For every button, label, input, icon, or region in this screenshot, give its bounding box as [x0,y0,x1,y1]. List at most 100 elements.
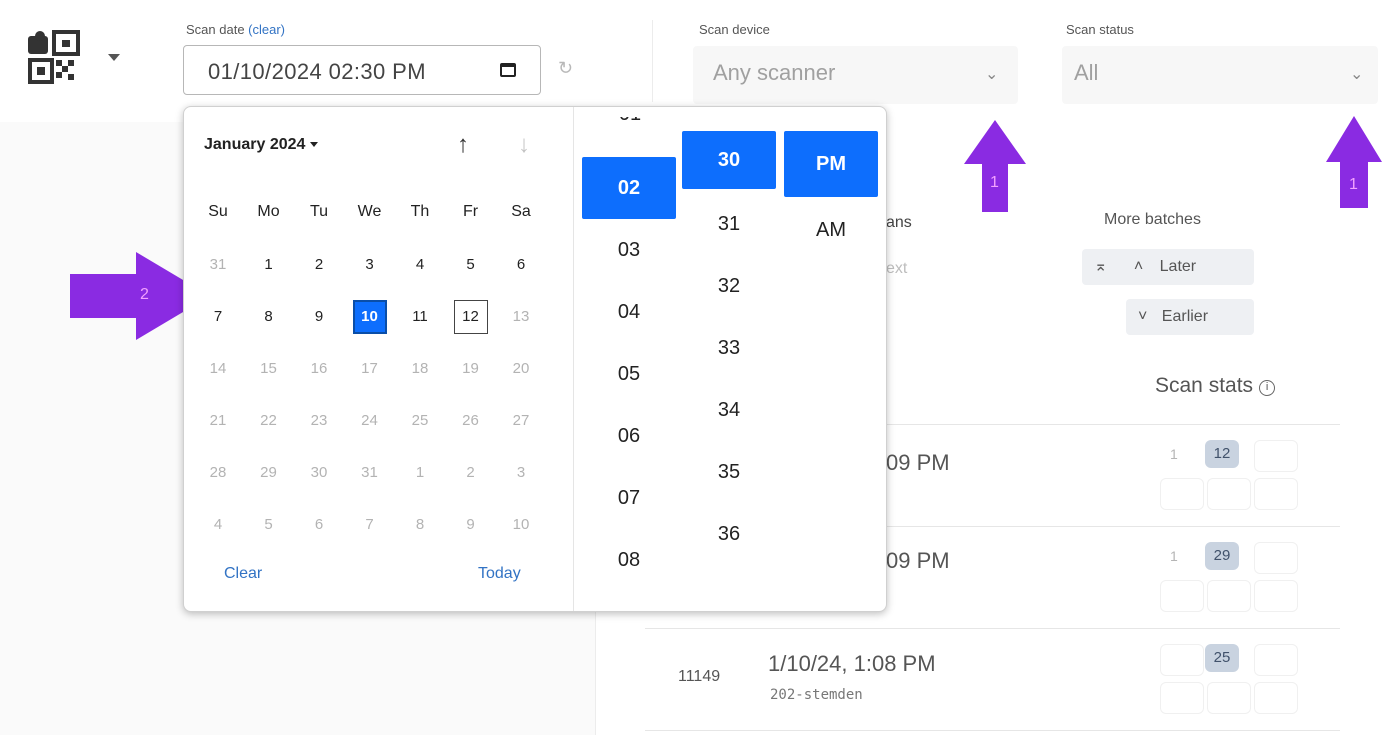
calendar-day: 13 [512,308,530,325]
calendar-day[interactable]: 31 [201,248,235,282]
calendar-day[interactable]: 8 [252,300,286,334]
today-button[interactable]: Today [478,565,521,583]
annotation-arrow-1-status: 1 [1324,114,1382,210]
hour-option-partial: 01 [584,117,676,131]
calendar-day: 30 [310,464,328,481]
scan-status-select[interactable]: All ⌄ [1062,46,1378,104]
info-icon[interactable]: i [1259,380,1276,396]
calendar-day[interactable]: 2 [302,248,336,282]
calendar-day[interactable]: 7 [201,300,235,334]
calendar-day: 10 [512,516,530,533]
calendar-day: 22 [260,412,277,429]
calendar-day: 27 [512,412,530,429]
hour-option-selected[interactable]: 02 [582,157,676,219]
row-divider [645,628,1340,629]
scan-time: 09 PM [886,548,950,573]
annotation-1-label: 1 [990,174,999,191]
caret-down-icon[interactable] [108,54,120,61]
calendar-day: 8 [415,516,425,533]
qr-code-icon[interactable] [28,30,90,86]
refresh-icon[interactable]: ↻ [558,58,573,79]
calendar-day[interactable]: 6 [504,248,538,282]
earlier-batches-button[interactable]: ˅ Earlier [1126,299,1254,335]
scan-date-value: 01/10/2024 02:30 PM [208,59,426,84]
month-year-selector[interactable]: January 2024 [204,136,319,154]
hour-option[interactable]: 08 [582,529,676,591]
scan-date-label-text: Scan date [186,22,245,37]
calendar-icon[interactable] [500,63,516,77]
calendar-day-selected[interactable]: 10 [352,300,387,334]
next-link[interactable]: ext [886,260,907,278]
annotation-1-label: 1 [1349,176,1358,193]
calendar-day: 23 [310,412,328,429]
chevron-down-icon: ⌄ [1350,66,1364,83]
calendar-day[interactable]: 4 [403,248,437,282]
calendar-day: 20 [512,360,530,377]
minute-option[interactable]: 34 [682,379,776,441]
calendar-day: 7 [365,516,374,533]
calendar-day: 18 [411,360,429,377]
calendar-day: 19 [462,360,479,377]
scan-device-label: Scan device [699,22,770,37]
calendar-day: 29 [260,464,277,481]
calendar-day: 28 [209,464,227,481]
stat-badge: 12 [1205,440,1239,468]
calendar-day: 21 [209,412,227,429]
annotation-2-label: 2 [140,286,149,303]
minute-option[interactable]: 37 [682,579,776,593]
calendar-day: 5 [264,516,273,533]
weekday-label: Su [208,203,228,220]
calendar-day[interactable]: 3 [353,248,387,282]
scan-device-name: 202-stemden [770,687,863,703]
calendar-day[interactable]: 11 [403,300,437,334]
stat-count: 1 [1170,446,1178,462]
stat-cell [1160,644,1204,676]
datetime-picker-popup: January 2024 ↑ ↓ Su Mo Tu We Th Fr Sa 31 1 2 3 4 5 6… [183,106,887,612]
minute-option[interactable]: 33 [682,317,776,379]
hour-option[interactable]: 06 [582,405,676,467]
calendar-day: 2 [466,464,475,481]
batch-id[interactable]: 11149 [678,668,720,686]
annotation-arrow-1-device: 1 [962,118,1028,214]
scan-time: 1/10/24, 1:08 PM [768,651,936,676]
later-batches-button[interactable]: ⌅ ˄ Later [1082,249,1254,285]
period-option-selected[interactable]: PM [784,131,878,197]
stat-cell [1254,440,1298,472]
scan-time: 09 PM [886,450,950,475]
chevron-down-icon: ⌄ [985,66,999,83]
hour-option[interactable]: 04 [582,281,676,343]
picker-divider [573,107,574,611]
hour-option[interactable]: 03 [582,219,676,281]
chevron-down-icon: ˅ [1138,308,1148,325]
stat-count: 1 [1170,548,1178,564]
scan-stats-header: Scan stats i [1155,374,1276,398]
stat-badge: 29 [1205,542,1239,570]
weekday-label: Th [410,203,430,220]
calendar-day[interactable]: 5 [454,248,488,282]
period-option[interactable]: AM [784,197,878,263]
stat-cell [1160,580,1204,612]
clear-button[interactable]: Clear [224,565,262,583]
scan-date-input[interactable]: 01/10/2024 02:30 PM [183,45,541,95]
arrow-up-icon[interactable]: ↑ [457,131,469,159]
minute-option[interactable]: 32 [682,255,776,317]
calendar-day[interactable]: 1 [252,248,286,282]
earlier-label: Earlier [1161,308,1209,325]
calendar-day-today[interactable]: 12 [453,300,488,334]
calendar-day[interactable]: 9 [302,300,336,334]
minute-option[interactable]: 35 [682,441,776,503]
scan-date-clear-link[interactable]: (clear) [248,22,285,37]
scan-device-select[interactable]: Any scanner ⌄ [693,46,1018,104]
minute-option[interactable]: 36 [682,503,776,565]
hour-option[interactable]: 07 [582,467,676,529]
hour-option[interactable]: 05 [582,343,676,405]
minute-option[interactable]: 31 [682,193,776,255]
filter-divider [652,20,653,102]
minute-option-selected[interactable]: 30 [682,131,776,189]
scan-status-label: Scan status [1066,22,1134,37]
scan-status-value: All [1074,60,1099,85]
arrow-down-icon[interactable]: ↓ [518,131,530,159]
calendar-day: 26 [462,412,479,429]
calendar-day: 6 [314,516,324,533]
calendar-day: 16 [310,360,328,377]
